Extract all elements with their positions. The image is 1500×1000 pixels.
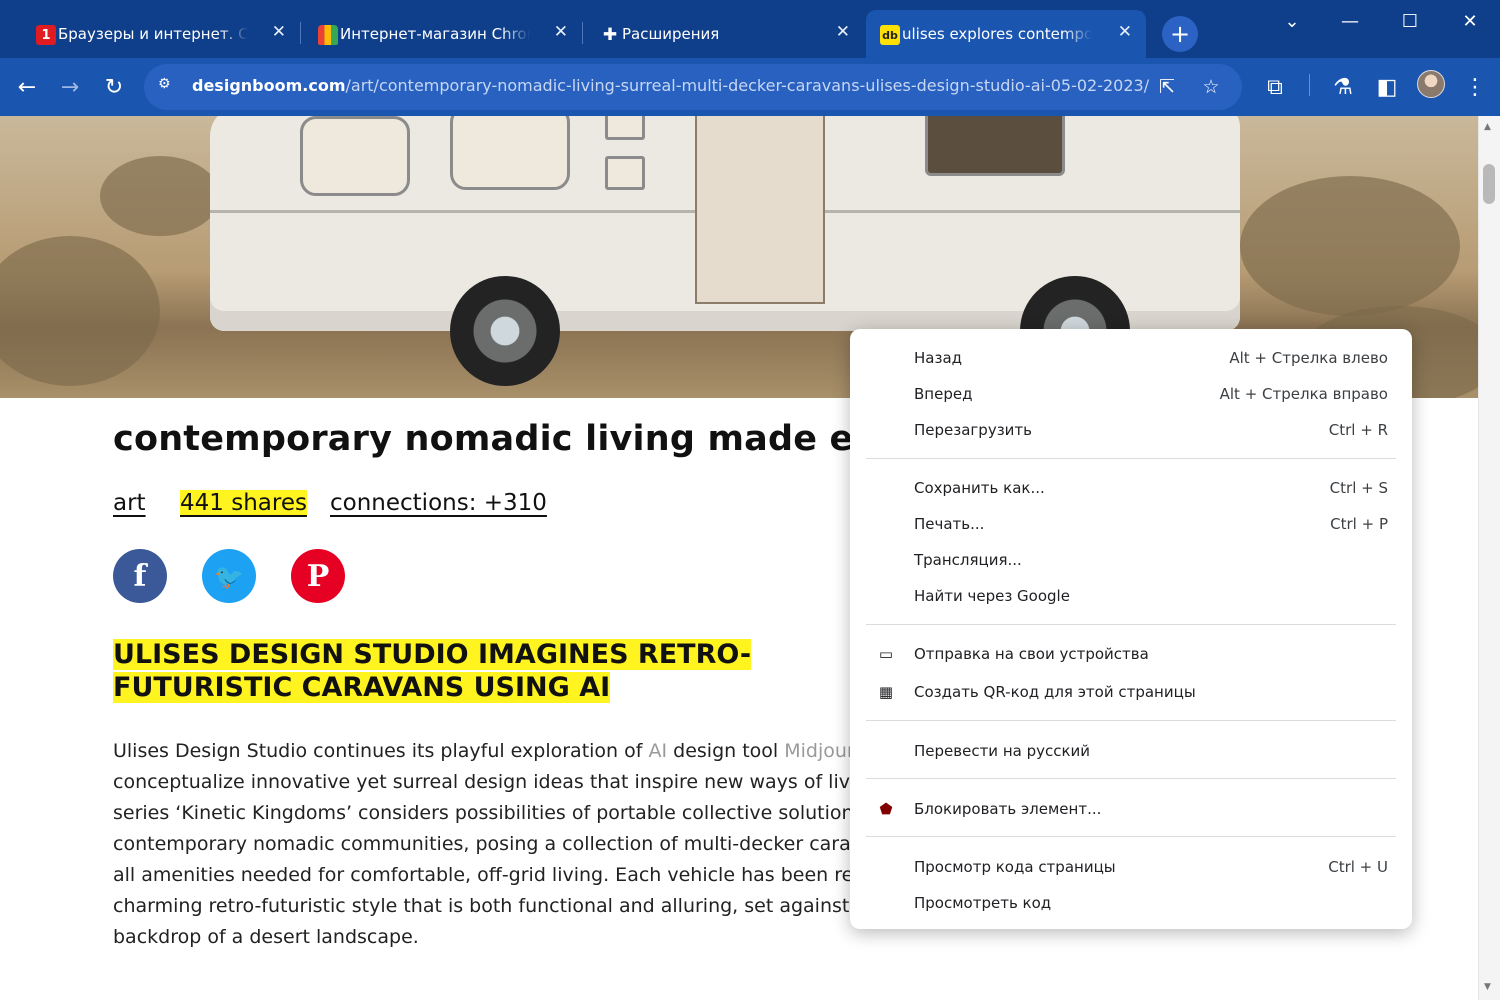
toolbar-divider — [1309, 74, 1310, 96]
menu-item-save-as[interactable]: Сохранить как... Ctrl + S — [850, 471, 1412, 505]
tab-webstore[interactable]: Интернет-магазин Chrome ✕ — [304, 10, 582, 58]
menu-item-forward[interactable]: Вперед Alt + Стрелка вправо — [850, 377, 1412, 411]
close-tab-icon[interactable]: ✕ — [836, 22, 850, 42]
tab-softportal[interactable]: 1 Браузеры и интернет. Скачать ✕ — [22, 10, 300, 58]
page-scrollbar[interactable]: ▲ ▼ — [1478, 116, 1500, 1000]
ublock-icon: ⬟ — [879, 800, 893, 818]
connections-link[interactable]: connections: +310 — [330, 490, 547, 516]
puzzle-icon: ✚ — [602, 25, 618, 45]
url-text[interactable]: designboom.com/art/contemporary-nomadic-… — [192, 76, 1149, 95]
menu-item-qr-code[interactable]: ▦ Создать QR-код для этой страницы — [850, 675, 1412, 709]
menu-kebab-icon[interactable]: ⋮ — [1458, 70, 1492, 104]
context-menu: Назад Alt + Стрелка влево Вперед Alt + С… — [850, 329, 1412, 929]
tab-extensions[interactable]: ✚ Расширения ✕ — [586, 10, 864, 58]
menu-item-search-google[interactable]: Найти через Google — [850, 579, 1412, 613]
tab-title: ulises explores contemporary — [902, 25, 1092, 43]
menu-item-back[interactable]: Назад Alt + Стрелка влево — [850, 341, 1412, 375]
share-icon[interactable]: ⇱ — [1154, 74, 1180, 100]
menu-item-print[interactable]: Печать... Ctrl + P — [850, 507, 1412, 541]
forward-arrow-icon[interactable]: → — [53, 70, 87, 104]
reload-icon[interactable]: ↻ — [97, 70, 131, 104]
tab-separator — [582, 22, 583, 44]
close-tab-icon[interactable]: ✕ — [554, 22, 568, 42]
scroll-up-icon[interactable]: ▲ — [1484, 122, 1491, 132]
tab-designboom[interactable]: db ulises explores contemporary ✕ — [866, 10, 1146, 58]
devices-icon: ▭ — [878, 645, 894, 663]
close-tab-icon[interactable]: ✕ — [1118, 22, 1132, 42]
labs-flask-icon[interactable]: ⚗ — [1326, 70, 1360, 104]
menu-separator — [866, 720, 1396, 721]
shares-count[interactable]: 441 shares — [180, 490, 307, 516]
menu-item-send-to-devices[interactable]: ▭ Отправка на свои устройства — [850, 637, 1412, 671]
menu-separator — [866, 624, 1396, 625]
menu-separator — [866, 836, 1396, 837]
new-tab-button[interactable]: + — [1162, 16, 1198, 52]
side-panel-icon[interactable]: ◧ — [1370, 70, 1404, 104]
minimize-icon[interactable]: — — [1330, 6, 1370, 36]
tab-strip: 1 Браузеры и интернет. Скачать ✕ Интерне… — [0, 0, 1500, 58]
softportal-icon: 1 — [36, 25, 56, 45]
menu-separator — [866, 458, 1396, 459]
ai-link[interactable]: AI — [649, 740, 668, 762]
extensions-puzzle-icon[interactable]: ⧉ — [1258, 70, 1292, 104]
tab-title: Расширения — [622, 25, 720, 43]
site-info-icon[interactable]: ⚙ — [158, 76, 180, 98]
menu-item-translate[interactable]: Перевести на русский — [850, 734, 1412, 768]
tab-title: Браузеры и интернет. Скачать — [58, 25, 248, 43]
maximize-icon[interactable]: ☐ — [1390, 6, 1430, 36]
close-tab-icon[interactable]: ✕ — [272, 22, 286, 42]
scroll-down-icon[interactable]: ▼ — [1484, 982, 1491, 992]
menu-item-block-element[interactable]: ⬟ Блокировать элемент... — [850, 792, 1412, 826]
chrome-webstore-icon — [318, 25, 338, 45]
bookmark-star-icon[interactable]: ☆ — [1198, 74, 1224, 100]
tab-title: Интернет-магазин Chrome — [340, 25, 530, 43]
designboom-icon: db — [880, 25, 900, 45]
menu-item-cast[interactable]: Трансляция... — [850, 543, 1412, 577]
article-headline: ULISES DESIGN STUDIO IMAGINES RETRO-FUTU… — [113, 639, 752, 703]
menu-item-inspect[interactable]: Просмотреть код — [850, 886, 1412, 920]
caravan-wheel — [450, 276, 560, 386]
menu-item-reload[interactable]: Перезагрузить Ctrl + R — [850, 413, 1412, 447]
close-window-icon[interactable]: ✕ — [1450, 6, 1490, 36]
scrollbar-thumb[interactable] — [1483, 164, 1495, 204]
address-bar[interactable]: ⚙ designboom.com/art/contemporary-nomadi… — [144, 64, 1242, 110]
back-arrow-icon[interactable]: ← — [10, 70, 44, 104]
profile-avatar[interactable] — [1417, 70, 1445, 98]
tab-separator — [300, 22, 301, 44]
menu-item-view-source[interactable]: Просмотр кода страницы Ctrl + U — [850, 850, 1412, 884]
menu-separator — [866, 778, 1396, 779]
browser-toolbar: ← → ↻ ⚙ designboom.com/art/contemporary-… — [0, 58, 1500, 116]
category-link[interactable]: art — [113, 490, 146, 516]
pinterest-share-button[interactable]: P — [291, 549, 345, 603]
facebook-share-button[interactable]: f — [113, 549, 167, 603]
twitter-share-button[interactable]: 🐦 — [202, 549, 256, 603]
tab-search-icon[interactable]: ⌄ — [1272, 6, 1312, 36]
qr-code-icon: ▦ — [878, 683, 894, 701]
